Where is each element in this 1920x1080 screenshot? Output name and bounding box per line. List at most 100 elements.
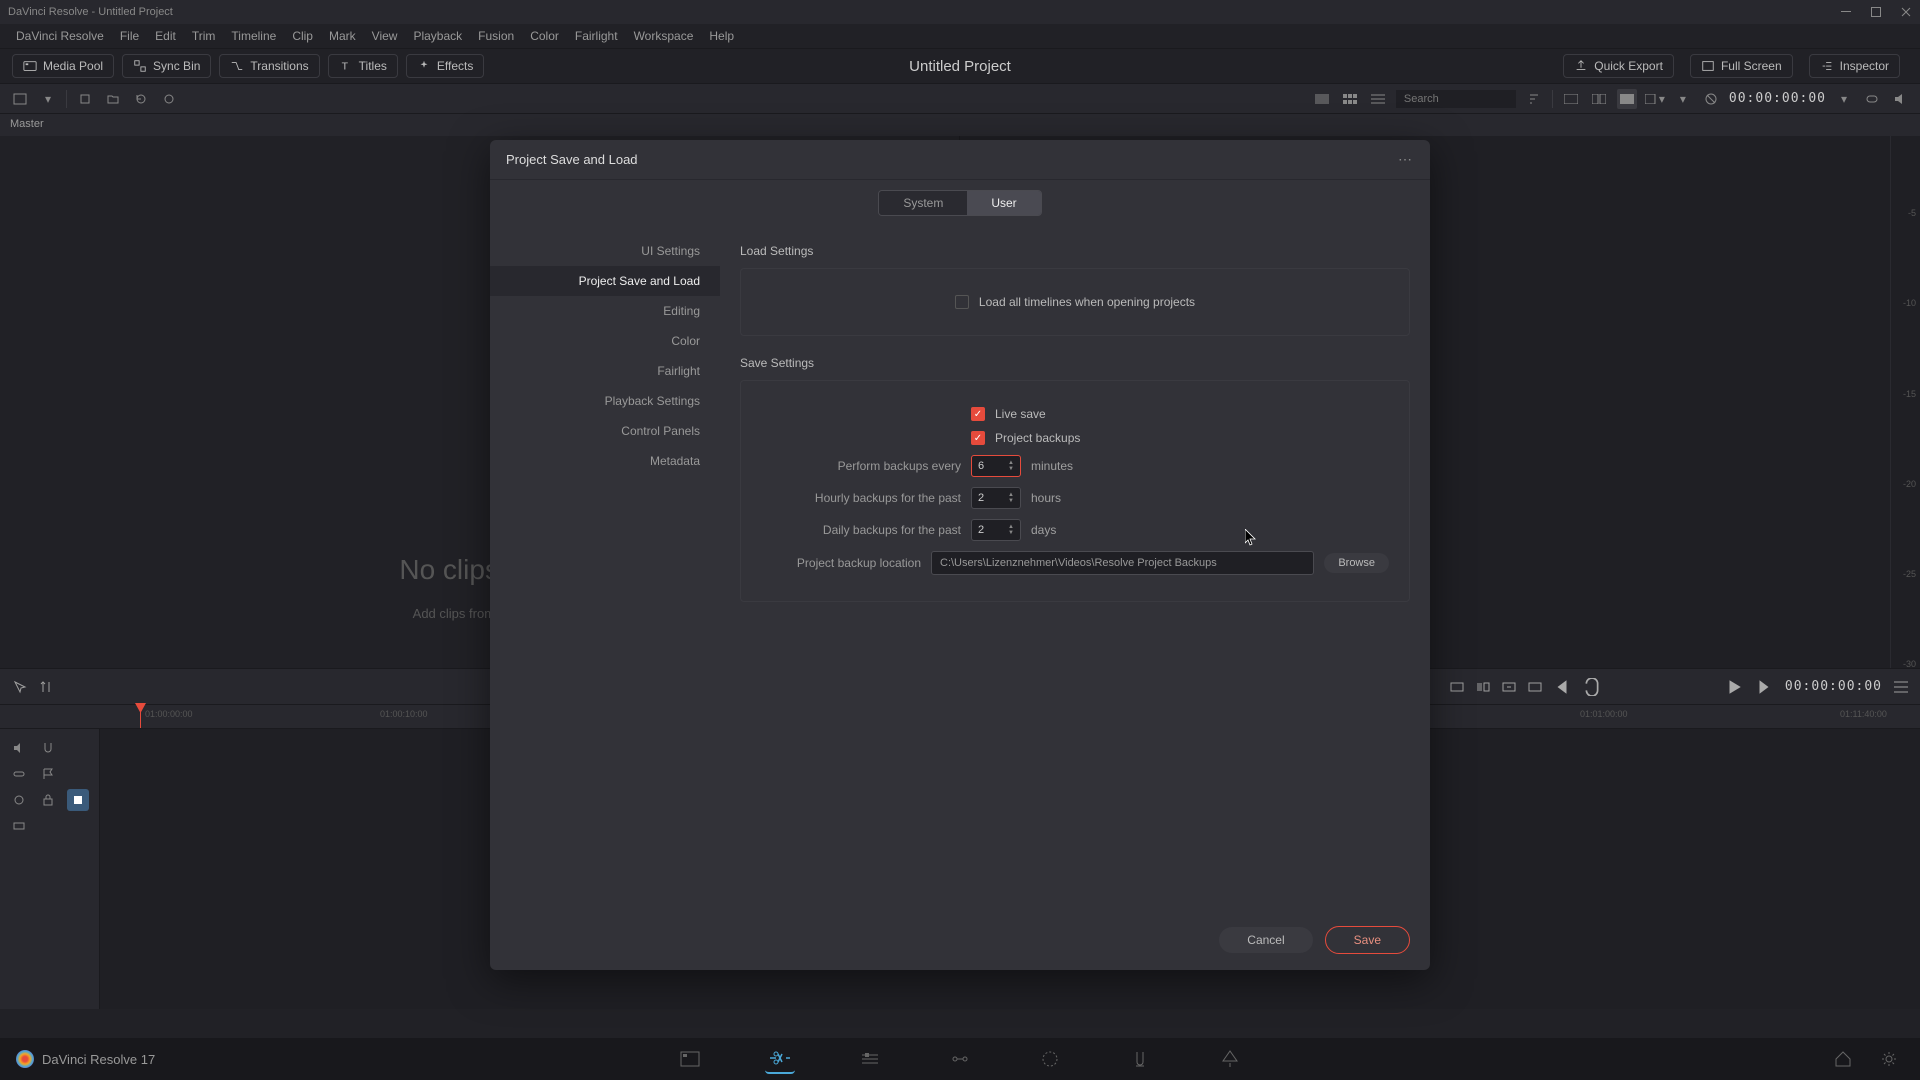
page-color[interactable] bbox=[1035, 1044, 1065, 1074]
settings-button[interactable] bbox=[1874, 1044, 1904, 1074]
menu-fairlight[interactable]: Fairlight bbox=[567, 29, 626, 43]
viewer-mode-2[interactable] bbox=[1589, 89, 1609, 109]
chevron-down-icon[interactable]: ▾ bbox=[1673, 89, 1693, 109]
save-button[interactable]: Save bbox=[1325, 926, 1410, 954]
menu-mark[interactable]: Mark bbox=[321, 29, 364, 43]
main-menubar: DaVinci Resolve File Edit Trim Timeline … bbox=[0, 24, 1920, 48]
insert-button[interactable] bbox=[1449, 681, 1465, 693]
menu-workspace[interactable]: Workspace bbox=[626, 29, 702, 43]
window-minimize-button[interactable] bbox=[1840, 6, 1852, 18]
live-save-label: Live save bbox=[995, 407, 1046, 421]
track-tool-magnet[interactable] bbox=[37, 737, 59, 759]
menu-playback[interactable]: Playback bbox=[405, 29, 470, 43]
view-grid-button[interactable] bbox=[1340, 89, 1360, 109]
fit-button[interactable] bbox=[1527, 681, 1543, 693]
daily-backups-spinner[interactable]: 2 ▲▼ bbox=[971, 519, 1021, 541]
window-close-button[interactable] bbox=[1900, 6, 1912, 18]
track-tool-video[interactable] bbox=[8, 815, 30, 837]
timeline-tool-1[interactable] bbox=[12, 679, 28, 695]
next-clip-button[interactable] bbox=[1755, 678, 1773, 696]
tab-user[interactable]: User bbox=[967, 191, 1040, 215]
bin-list-button[interactable] bbox=[10, 89, 30, 109]
import-button[interactable] bbox=[75, 89, 95, 109]
cancel-button[interactable]: Cancel bbox=[1219, 927, 1312, 953]
menu-davinci[interactable]: DaVinci Resolve bbox=[8, 29, 112, 43]
track-tool-marker[interactable] bbox=[8, 789, 30, 811]
page-media[interactable] bbox=[675, 1044, 705, 1074]
sync-bin-button[interactable]: Sync Bin bbox=[122, 54, 211, 78]
fullscreen-icon bbox=[1701, 59, 1715, 73]
window-maximize-button[interactable] bbox=[1870, 6, 1882, 18]
folder-button[interactable] bbox=[103, 89, 123, 109]
sidebar-ui-settings[interactable]: UI Settings bbox=[490, 236, 720, 266]
menu-help[interactable]: Help bbox=[701, 29, 742, 43]
menu-file[interactable]: File bbox=[112, 29, 147, 43]
menu-fusion[interactable]: Fusion bbox=[470, 29, 522, 43]
playhead[interactable] bbox=[140, 705, 141, 728]
live-save-checkbox[interactable]: ✓ bbox=[971, 407, 985, 421]
refresh-button[interactable] bbox=[131, 89, 151, 109]
viewer-mode-3[interactable] bbox=[1617, 89, 1637, 109]
tag-button[interactable] bbox=[159, 89, 179, 109]
timeline-tool-2[interactable] bbox=[38, 679, 54, 695]
media-pool-button[interactable]: Media Pool bbox=[12, 54, 114, 78]
menu-color[interactable]: Color bbox=[522, 29, 567, 43]
sort-button[interactable] bbox=[1524, 89, 1544, 109]
track-tool-flag[interactable] bbox=[37, 763, 59, 785]
loop-button[interactable] bbox=[1862, 89, 1882, 109]
bypass-button[interactable] bbox=[1701, 89, 1721, 109]
timeline-menu-button[interactable] bbox=[1894, 681, 1908, 693]
speaker-icon[interactable] bbox=[1890, 89, 1910, 109]
full-screen-button[interactable]: Full Screen bbox=[1690, 54, 1793, 78]
menu-view[interactable]: View bbox=[364, 29, 406, 43]
sidebar-control-panels[interactable]: Control Panels bbox=[490, 416, 720, 446]
effects-button[interactable]: Effects bbox=[406, 54, 484, 78]
track-tool-lock[interactable] bbox=[37, 789, 59, 811]
load-all-timelines-checkbox[interactable] bbox=[955, 295, 969, 309]
chevron-down-icon[interactable]: ▾ bbox=[38, 89, 58, 109]
perform-backups-spinner[interactable]: 6 ▲▼ bbox=[971, 455, 1021, 477]
backup-location-input[interactable]: C:\Users\Lizenznehmer\Videos\Resolve Pro… bbox=[931, 551, 1314, 575]
view-list-button[interactable] bbox=[1368, 89, 1388, 109]
timeline-timecode[interactable]: 00:00:00:00 bbox=[1785, 679, 1882, 694]
transitions-button[interactable]: Transitions bbox=[219, 54, 319, 78]
sidebar-project-save-load[interactable]: Project Save and Load bbox=[490, 266, 720, 296]
browse-button[interactable]: Browse bbox=[1324, 553, 1389, 573]
track-tool-audio[interactable] bbox=[67, 789, 89, 811]
timecode-dropdown[interactable]: ▾ bbox=[1834, 89, 1854, 109]
menu-edit[interactable]: Edit bbox=[147, 29, 184, 43]
track-tool-arrow[interactable] bbox=[8, 737, 30, 759]
prev-clip-button[interactable] bbox=[1553, 678, 1571, 696]
page-fairlight[interactable] bbox=[1125, 1044, 1155, 1074]
tab-system[interactable]: System bbox=[879, 191, 967, 215]
inspector-button[interactable]: Inspector bbox=[1809, 54, 1900, 78]
hourly-backups-spinner[interactable]: 2 ▲▼ bbox=[971, 487, 1021, 509]
loop-playback-button[interactable] bbox=[1583, 678, 1601, 696]
page-deliver[interactable] bbox=[1215, 1044, 1245, 1074]
viewer-timecode[interactable]: 00:00:00:00 bbox=[1729, 91, 1826, 106]
page-fusion[interactable] bbox=[945, 1044, 975, 1074]
page-cut[interactable] bbox=[765, 1044, 795, 1074]
titles-button[interactable]: T Titles bbox=[328, 54, 398, 78]
sidebar-fairlight[interactable]: Fairlight bbox=[490, 356, 720, 386]
overwrite-button[interactable] bbox=[1475, 681, 1491, 693]
search-input[interactable] bbox=[1396, 90, 1516, 108]
menu-timeline[interactable]: Timeline bbox=[223, 29, 284, 43]
viewer-mode-1[interactable] bbox=[1561, 89, 1581, 109]
home-button[interactable] bbox=[1828, 1044, 1858, 1074]
sidebar-metadata[interactable]: Metadata bbox=[490, 446, 720, 476]
project-backups-checkbox[interactable]: ✓ bbox=[971, 431, 985, 445]
sidebar-editing[interactable]: Editing bbox=[490, 296, 720, 326]
replace-button[interactable] bbox=[1501, 681, 1517, 693]
track-tool-link[interactable] bbox=[8, 763, 30, 785]
page-edit[interactable] bbox=[855, 1044, 885, 1074]
sidebar-playback-settings[interactable]: Playback Settings bbox=[490, 386, 720, 416]
view-strip-button[interactable] bbox=[1312, 89, 1332, 109]
quick-export-button[interactable]: Quick Export bbox=[1563, 54, 1674, 78]
sidebar-color[interactable]: Color bbox=[490, 326, 720, 356]
modal-menu-button[interactable]: ⋯ bbox=[1398, 151, 1414, 168]
menu-clip[interactable]: Clip bbox=[284, 29, 321, 43]
play-button[interactable] bbox=[1725, 678, 1743, 696]
menu-trim[interactable]: Trim bbox=[184, 29, 224, 43]
viewer-dropdown[interactable]: ▾ bbox=[1645, 89, 1665, 109]
